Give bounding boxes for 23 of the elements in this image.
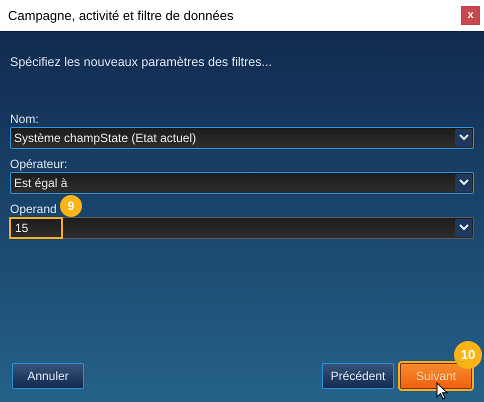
close-button[interactable]: x [461,6,480,25]
dropdown-value: Est égal à [13,174,68,192]
dropdown[interactable]: Est égal à [10,172,474,194]
dropdown-value: Système champState (Etat actuel) [13,130,196,147]
chevron-down-icon [458,134,468,142]
instruction-text: Spécifiez les nouveaux paramètres des filtres... [10,54,273,71]
cursor-icon [436,382,448,400]
window-title: Campagne, activité et filtre de données [8,6,234,25]
step-badge: 10 [454,341,482,369]
dropdown-toggle[interactable] [455,128,472,147]
field-label: Opérateur: [10,156,68,171]
button[interactable]: Annuler [12,363,84,389]
dropdown[interactable]: 15 [10,216,474,239]
field-label: Nom: [10,112,39,126]
button[interactable]: Précédent [322,363,394,389]
dropdown[interactable]: Système champState (Etat actuel) [10,126,474,149]
chevron-down-icon [458,179,468,186]
step-badge: 9 [60,194,82,217]
dropdown-value: 15 [9,216,63,239]
chevron-down-icon [458,224,468,232]
field-label: Operand [10,202,57,216]
dropdown-toggle[interactable] [455,174,472,192]
dropdown-toggle[interactable] [455,218,472,237]
